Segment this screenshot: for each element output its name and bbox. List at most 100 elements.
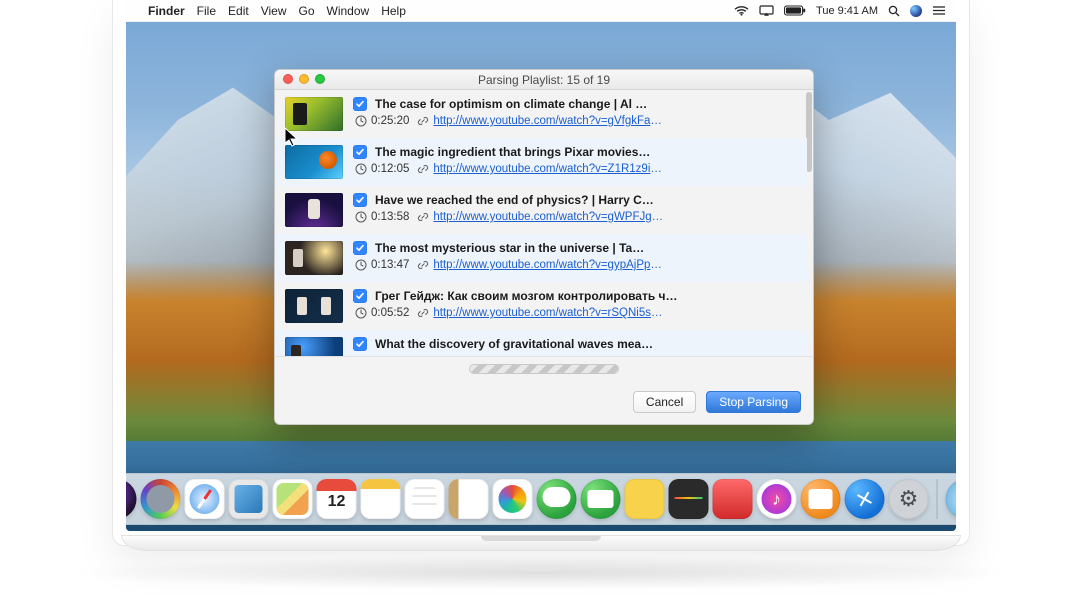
link-icon (417, 115, 429, 127)
contacts-icon[interactable] (449, 479, 489, 519)
video-meta: What the discovery of gravitational wave… (353, 337, 797, 351)
facetime-icon[interactable] (581, 479, 621, 519)
video-row[interactable]: The case for optimism on climate change … (275, 90, 807, 138)
link-icon (417, 307, 429, 319)
video-checkbox[interactable] (353, 193, 367, 207)
menu-help[interactable]: Help (381, 4, 406, 18)
laptop-shadow (60, 556, 1022, 590)
video-meta: Грег Гейдж: Как своим мозгом контролиров… (353, 289, 797, 319)
stop-parsing-button[interactable]: Stop Parsing (706, 391, 801, 413)
video-thumbnail (285, 289, 343, 323)
video-thumbnail (285, 241, 343, 275)
menubar-clock[interactable]: Tue 9:41 AM (816, 5, 878, 17)
appstore-icon[interactable] (845, 479, 885, 519)
video-list[interactable]: The case for optimism on climate change … (275, 90, 807, 356)
video-url[interactable]: http://www.youtube.com/watch?v=gypAjPp6e… (433, 259, 663, 271)
video-checkbox[interactable] (353, 289, 367, 303)
menu-go[interactable]: Go (299, 4, 315, 18)
video-title: Have we reached the end of physics? | Ha… (375, 193, 654, 207)
video-thumbnail (285, 97, 343, 131)
video-title: The most mysterious star in the universe… (375, 241, 644, 255)
safari-icon[interactable] (185, 479, 225, 519)
spotlight-icon[interactable] (888, 5, 900, 17)
link-icon (417, 163, 429, 175)
notification-center-icon[interactable] (932, 5, 946, 16)
video-checkbox[interactable] (353, 97, 367, 111)
mouse-cursor-icon (284, 127, 298, 147)
video-url[interactable]: http://www.youtube.com/watch?v=Z1R1z9ipF… (433, 163, 663, 175)
video-duration: 0:12:05 (371, 163, 409, 175)
video-row[interactable]: Грег Гейдж: Как своим мозгом контролиров… (275, 282, 807, 330)
wifi-icon[interactable] (734, 5, 749, 16)
video-thumbnail (285, 193, 343, 227)
siri-icon[interactable] (910, 5, 922, 17)
messages-icon[interactable] (537, 479, 577, 519)
video-thumbnail (285, 337, 343, 356)
preview-icon[interactable] (229, 479, 269, 519)
video-checkbox[interactable] (353, 241, 367, 255)
video-title: Грег Гейдж: Как своим мозгом контролиров… (375, 289, 678, 303)
video-duration: 0:13:58 (371, 211, 409, 223)
video-title: The case for optimism on climate change … (375, 97, 647, 111)
downloads-icon[interactable] (946, 479, 957, 519)
indeterminate-progress-bar (469, 364, 619, 374)
clock-icon (355, 307, 367, 319)
window-close-button[interactable] (283, 74, 293, 84)
calendar-icon[interactable] (317, 479, 357, 519)
video-url[interactable]: http://www.youtube.com/watch?v=rSQNi5sAw… (433, 307, 663, 319)
window-zoom-button[interactable] (315, 74, 325, 84)
app-name[interactable]: Finder (148, 4, 185, 18)
video-duration: 0:05:52 (371, 307, 409, 319)
video-meta: The magic ingredient that brings Pixar m… (353, 145, 797, 175)
video-title: The magic ingredient that brings Pixar m… (375, 145, 650, 159)
cancel-button[interactable]: Cancel (633, 391, 696, 413)
window-minimize-button[interactable] (299, 74, 309, 84)
news-icon[interactable] (713, 479, 753, 519)
itunes-icon[interactable] (757, 479, 797, 519)
video-url[interactable]: http://www.youtube.com/watch?v=gWPFJgLAz… (433, 211, 663, 223)
video-row[interactable]: What the discovery of gravitational wave… (275, 330, 807, 356)
window-titlebar[interactable]: Parsing Playlist: 15 of 19 (275, 70, 813, 90)
video-duration: 0:25:20 (371, 115, 409, 127)
video-meta: The most mysterious star in the universe… (353, 241, 797, 271)
notes-icon[interactable] (361, 479, 401, 519)
stage: Finder File Edit View Go Window Help Tue… (0, 0, 1082, 608)
laptop-frame: Finder File Edit View Go Window Help Tue… (112, 0, 970, 546)
clock-icon (355, 163, 367, 175)
reminders-icon[interactable] (405, 479, 445, 519)
menubar: Finder File Edit View Go Window Help Tue… (126, 0, 956, 22)
menu-window[interactable]: Window (327, 4, 370, 18)
dock[interactable] (126, 473, 956, 525)
menubar-right: Tue 9:41 AM (734, 5, 946, 17)
video-row[interactable]: Have we reached the end of physics? | Ha… (275, 186, 807, 234)
video-checkbox[interactable] (353, 145, 367, 159)
clock-icon (355, 259, 367, 271)
link-icon (417, 211, 429, 223)
video-thumbnail (285, 145, 343, 179)
video-meta: Have we reached the end of physics? | Ha… (353, 193, 797, 223)
stickies-icon[interactable] (625, 479, 665, 519)
menu-file[interactable]: File (197, 4, 216, 18)
ibooks-icon[interactable] (801, 479, 841, 519)
video-row[interactable]: The magic ingredient that brings Pixar m… (275, 138, 807, 186)
video-url[interactable]: http://www.youtube.com/watch?v=gVfgkFasw… (433, 115, 663, 127)
clock-icon (355, 211, 367, 223)
photos-icon[interactable] (493, 479, 533, 519)
battery-icon[interactable] (784, 5, 806, 16)
maps-icon[interactable] (273, 479, 313, 519)
sysprefs-icon[interactable] (889, 479, 929, 519)
window-title: Parsing Playlist: 15 of 19 (275, 73, 813, 87)
video-checkbox[interactable] (353, 337, 367, 351)
launchpad-icon[interactable] (141, 479, 181, 519)
laptop-base (121, 535, 961, 551)
desktop[interactable]: Parsing Playlist: 15 of 19 (126, 22, 956, 531)
airplay-icon[interactable] (759, 5, 774, 16)
progress-area (275, 356, 813, 380)
stocks-icon[interactable] (669, 479, 709, 519)
siri-icon[interactable] (126, 479, 137, 519)
menu-edit[interactable]: Edit (228, 4, 249, 18)
video-row[interactable]: The most mysterious star in the universe… (275, 234, 807, 282)
link-icon (417, 259, 429, 271)
menu-view[interactable]: View (261, 4, 287, 18)
video-meta: The case for optimism on climate change … (353, 97, 797, 127)
